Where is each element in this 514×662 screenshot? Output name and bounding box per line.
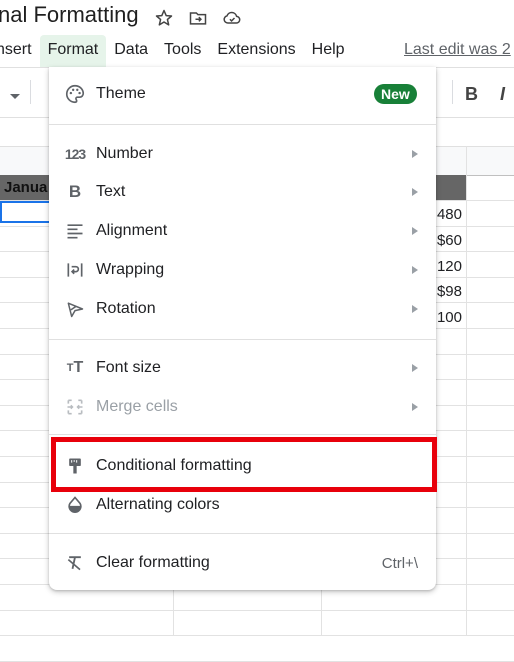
row-divider xyxy=(0,635,514,637)
color-fill-drop-icon xyxy=(64,494,86,516)
menu-item-label: Wrapping xyxy=(96,261,165,278)
number-123-icon: 123 xyxy=(64,146,86,162)
menu-item-text[interactable]: B Text xyxy=(49,174,436,210)
menu-item-label: Rotation xyxy=(96,300,156,317)
submenu-arrow-icon xyxy=(412,150,418,158)
submenu-arrow-icon xyxy=(412,188,418,196)
merge-cells-icon xyxy=(64,396,86,418)
cell-value[interactable]: 120 xyxy=(437,258,462,275)
menu-help[interactable]: Help xyxy=(304,35,353,67)
menu-item-label: Clear formatting xyxy=(96,554,210,571)
menu-item-label: Alternating colors xyxy=(96,496,220,513)
menu-divider xyxy=(49,533,436,534)
cloud-saved-icon[interactable] xyxy=(222,8,242,28)
menu-item-label: Theme xyxy=(96,85,146,102)
toolbar-divider xyxy=(30,80,31,104)
star-icon[interactable] xyxy=(154,8,174,28)
last-edit-link[interactable]: Last edit was 2 xyxy=(404,41,511,59)
menu-item-merge-cells[interactable]: Merge cells xyxy=(49,389,436,425)
bold-button[interactable]: B xyxy=(465,84,478,105)
cell-value[interactable]: 100 xyxy=(437,309,462,326)
selected-cell[interactable] xyxy=(0,201,52,223)
menu-item-clear-formatting[interactable]: Clear formatting Ctrl+\ xyxy=(49,545,436,581)
bold-icon: B xyxy=(68,182,82,201)
menu-item-label: Conditional formatting xyxy=(96,457,252,474)
align-left-icon xyxy=(64,220,86,242)
menu-item-label: Number xyxy=(96,145,153,162)
menu-item-wrapping[interactable]: Wrapping xyxy=(49,252,436,288)
cell-value[interactable]: 480 xyxy=(437,206,462,223)
menu-item-font-size[interactable]: TT Font size xyxy=(49,350,436,386)
new-badge: New xyxy=(374,84,417,104)
menu-item-label: Merge cells xyxy=(96,398,178,415)
submenu-arrow-icon xyxy=(412,227,418,235)
menu-item-rotation[interactable]: Rotation xyxy=(49,291,436,327)
menu-item-number[interactable]: 123 Number xyxy=(49,136,436,172)
submenu-arrow-icon xyxy=(412,403,418,411)
menu-data[interactable]: Data xyxy=(106,35,156,67)
document-title[interactable]: nal Formatting xyxy=(0,2,139,28)
paint-roller-icon xyxy=(64,455,86,477)
menu-tools[interactable]: Tools xyxy=(156,35,209,67)
italic-button[interactable]: I xyxy=(500,84,505,105)
header-cell[interactable] xyxy=(436,175,466,200)
header-cell-january: Janua xyxy=(4,179,48,196)
palette-icon xyxy=(64,83,86,105)
menu-item-label: Font size xyxy=(96,359,161,376)
menu-format[interactable]: Format xyxy=(39,35,107,67)
row-divider xyxy=(0,609,514,611)
wrap-text-icon xyxy=(64,259,86,281)
menubar: nsert Format Data Tools Extensions Help xyxy=(0,35,353,67)
clear-format-icon xyxy=(64,552,86,574)
menu-item-alignment[interactable]: Alignment xyxy=(49,213,436,249)
shortcut-label: Ctrl+\ xyxy=(381,554,418,572)
toolbar-divider xyxy=(452,80,453,104)
submenu-arrow-icon xyxy=(412,305,418,313)
submenu-arrow-icon xyxy=(412,364,418,372)
dropdown-caret-icon[interactable] xyxy=(10,94,20,99)
move-to-folder-icon[interactable] xyxy=(188,8,208,28)
submenu-arrow-icon xyxy=(412,266,418,274)
menu-item-theme[interactable]: Theme New xyxy=(49,76,436,112)
format-menu: Theme New 123 Number B Text Alignment Wr… xyxy=(49,67,436,590)
menu-item-alternating-colors[interactable]: Alternating colors xyxy=(49,487,436,523)
menu-divider xyxy=(49,339,436,340)
menu-item-conditional-formatting[interactable]: Conditional formatting xyxy=(49,448,436,484)
menu-insert[interactable]: nsert xyxy=(0,35,40,67)
menu-divider xyxy=(49,434,436,435)
menu-divider xyxy=(49,124,436,125)
text-rotation-icon xyxy=(64,298,86,320)
menu-extensions[interactable]: Extensions xyxy=(209,35,303,67)
cell-value[interactable]: $60 xyxy=(437,232,462,249)
menu-item-label: Text xyxy=(96,183,126,200)
menu-item-label: Alignment xyxy=(96,222,168,239)
font-size-icon: TT xyxy=(66,359,84,376)
cell-value[interactable]: $98 xyxy=(437,283,462,300)
